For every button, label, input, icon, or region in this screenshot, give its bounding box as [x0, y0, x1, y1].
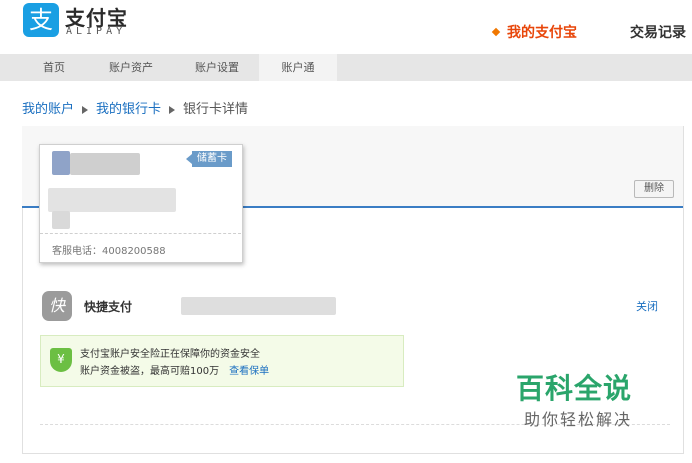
- nav-transactions[interactable]: 交易记录: [630, 22, 686, 42]
- notice-line-2-text: 账户资金被盗，最高可赔100万: [80, 366, 220, 377]
- notice-line-2: 账户资金被盗，最高可赔100万 查看保单: [80, 362, 269, 377]
- notice-line-1: 支付宝账户安全险正在保障你的资金安全: [80, 349, 260, 360]
- breadcrumb-arrow-icon: [169, 105, 176, 114]
- tab-assets[interactable]: 账户资产: [100, 54, 162, 81]
- bank-name-blurred: [70, 153, 140, 175]
- breadcrumb-arrow-icon: [82, 105, 89, 114]
- tab-settings[interactable]: 账户设置: [186, 54, 248, 81]
- card-holder-blurred: [52, 211, 70, 229]
- alipay-logo-icon[interactable]: 支: [23, 3, 59, 37]
- logo-glyph: 支: [29, 6, 53, 34]
- breadcrumb-my-account[interactable]: 我的账户: [22, 102, 74, 117]
- service-phone: 客服电话：4008200588: [52, 246, 166, 257]
- shield-icon: ¥: [50, 348, 72, 372]
- quick-pay-info-blurred: [181, 297, 336, 315]
- close-quick-pay-link[interactable]: 关闭: [636, 298, 658, 314]
- quick-pay-label: 快捷支付: [84, 300, 133, 314]
- breadcrumb-bank-cards[interactable]: 我的银行卡: [96, 102, 161, 117]
- nav-my-alipay-label: 我的支付宝: [507, 25, 577, 41]
- view-policy-link[interactable]: 查看保单: [229, 366, 269, 377]
- card-number-blurred: [48, 188, 176, 212]
- breadcrumb-current: 银行卡详情: [183, 102, 249, 117]
- watermark-title: 百科全说: [516, 372, 633, 405]
- quick-pay-icon: 快: [42, 291, 72, 321]
- tab-home[interactable]: 首页: [28, 54, 80, 81]
- delete-button[interactable]: 删除: [634, 180, 674, 198]
- active-diamond-icon: [491, 27, 501, 36]
- tab-account-link[interactable]: 账户通: [259, 54, 337, 81]
- logo-subtext: ALIPAY: [66, 26, 127, 37]
- breadcrumb: 我的账户 我的银行卡 银行卡详情: [22, 98, 248, 117]
- tab-bar: 首页 账户资产 账户设置 账户通: [0, 54, 692, 81]
- nav-my-alipay[interactable]: 我的支付宝: [491, 22, 577, 42]
- watermark-subtitle: 助你轻松解决: [524, 410, 633, 429]
- card-type-badge: 储蓄卡: [186, 151, 232, 167]
- bank-logo-blurred: [52, 151, 70, 175]
- insurance-notice: [40, 335, 404, 387]
- card-divider: [40, 233, 241, 234]
